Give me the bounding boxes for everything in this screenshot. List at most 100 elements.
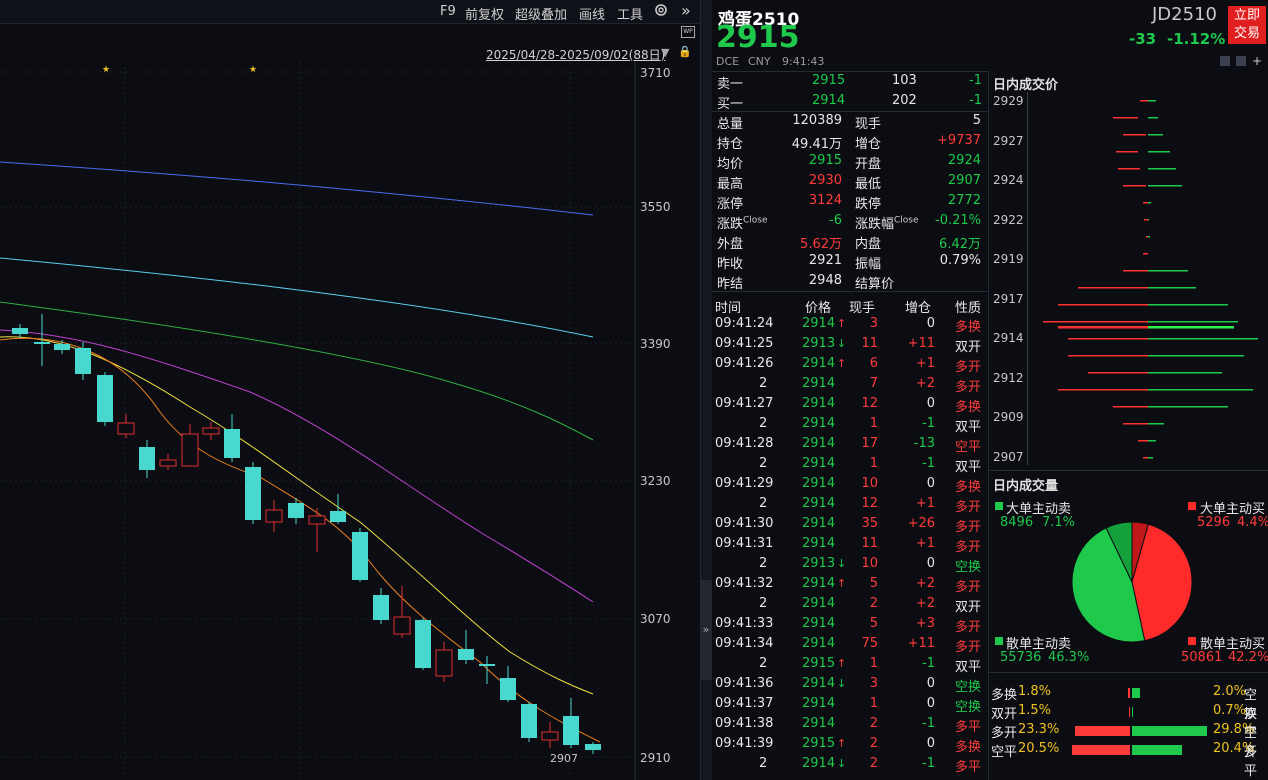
tick-volume: 12 — [861, 496, 878, 511]
tick-oi: 0 — [926, 476, 935, 491]
candle-body — [159, 459, 177, 467]
expand-icon[interactable]: » — [681, 1, 691, 20]
draw-line-button[interactable]: 画线 — [579, 4, 605, 23]
flow-left-bar — [1075, 726, 1130, 736]
vap-buy-bar — [1148, 321, 1238, 323]
tick-price: 2915 — [802, 656, 836, 671]
trade-btn-line2: 交易 — [1233, 26, 1260, 41]
edit-icon[interactable] — [1220, 56, 1230, 66]
gear-icon[interactable] — [653, 2, 669, 22]
down-arrow-icon: ↓ — [837, 337, 847, 350]
tick-row: 09:41:36 2914 ↓ 3 0 空换 — [715, 676, 985, 696]
vap-sell-bar — [1123, 134, 1146, 136]
trade-now-button[interactable]: 立即 交易 — [1228, 6, 1266, 44]
tick-volume: 5 — [869, 616, 878, 631]
flow-right-bar — [1132, 707, 1133, 717]
stat-value: 5.62万 — [800, 237, 842, 252]
vap-buy-bar — [1148, 134, 1163, 136]
up-arrow-icon: ↑ — [837, 357, 847, 370]
tick-oi: +1 — [915, 536, 935, 551]
candle-body — [202, 427, 220, 435]
stat-value: 2948 — [808, 273, 842, 288]
vap-highlight-buy — [1148, 326, 1234, 329]
stat-label: 昨结 — [717, 277, 744, 292]
tick-oi: +3 — [915, 616, 935, 631]
buy1-price: 2914 — [812, 93, 846, 108]
tick-time: 2 — [759, 376, 768, 391]
flow-left-pct: 1.5% — [1018, 703, 1052, 718]
bell-icon[interactable] — [1236, 56, 1246, 66]
tick-oi: 0 — [926, 676, 935, 691]
tick-price: 2914 — [802, 676, 836, 691]
buy1-label: 买一 — [717, 97, 744, 112]
candlestick-chart[interactable]: ★ ★ 3710 3550 3390 3230 3070 2910 2907 — [0, 62, 700, 780]
vap-sell-bar — [1058, 389, 1148, 391]
vap-sell-bar — [1113, 117, 1138, 119]
col-time: 时间 — [715, 301, 742, 316]
vap-buy-bar — [1148, 457, 1153, 459]
tick-volume: 2 — [869, 756, 878, 771]
tick-row: 09:41:24 2914 ↑ 3 0 多换 — [715, 316, 985, 336]
col-price: 价格 — [805, 301, 832, 316]
tick-price: 2914 — [802, 376, 836, 391]
tick-oi: +26 — [907, 516, 935, 531]
quote-header: 鸡蛋2510 2915 JD2510 -33 -1.12% 立即 交易 DCE … — [712, 0, 1268, 72]
tick-time: 09:41:25 — [715, 336, 774, 351]
collapse-panel-button[interactable]: » — [700, 580, 712, 680]
lock-icon[interactable]: 🔒 — [678, 45, 692, 58]
down-arrow-icon: ↓ — [837, 557, 847, 570]
vap-sell-bar — [1058, 304, 1148, 306]
tick-nature: 多开 — [955, 380, 982, 395]
tick-row: 09:41:31 2914 11 +1 多开 — [715, 536, 985, 556]
stat-label: 外盘 — [717, 237, 744, 252]
tick-oi: +2 — [915, 596, 935, 611]
wp-icon[interactable]: WP — [681, 26, 695, 38]
candle-body — [12, 328, 28, 334]
stat-label: 持仓 — [717, 137, 744, 152]
range-dropdown-icon[interactable]: ▼ — [661, 46, 669, 59]
flow-left-label: 空平 — [991, 745, 1018, 760]
tick-time: 2 — [759, 416, 768, 431]
last-price-tag: 2907 — [550, 752, 578, 765]
tick-oi: 0 — [926, 316, 935, 331]
vap-buy-bar — [1148, 423, 1164, 425]
tick-volume: 11 — [861, 536, 878, 551]
tick-nature: 空平 — [955, 440, 982, 455]
tick-row: 09:41:29 2914 10 0 多换 — [715, 476, 985, 496]
tick-time: 09:41:38 — [715, 716, 774, 731]
tools-button[interactable]: 工具 — [617, 4, 643, 23]
forward-adjust-button[interactable]: 前复权 — [465, 4, 504, 23]
tick-nature: 空换 — [955, 680, 982, 695]
currency-label: CNY — [748, 55, 771, 68]
tick-nature: 多开 — [955, 620, 982, 635]
stat-row: 涨跌Close -6 涨跌幅Close -0.21% — [717, 213, 987, 233]
vap-sell-bar — [1123, 185, 1146, 187]
stat-row: 均价 2915 开盘 2924 — [717, 153, 987, 173]
add-icon[interactable]: + — [1252, 54, 1262, 68]
vap-sell-bar — [1144, 219, 1148, 221]
tick-time: 09:41:37 — [715, 696, 774, 711]
tick-time: 09:41:27 — [715, 396, 774, 411]
small-sell-pct: 46.3% — [1048, 650, 1090, 665]
flow-left-bar — [1129, 707, 1130, 717]
tick-time: 2 — [759, 756, 768, 771]
tick-time: 09:41:34 — [715, 636, 774, 651]
flow-right-pct: 2.0% — [1213, 684, 1247, 699]
stat-value: 2921 — [808, 253, 842, 268]
stat-value: 0.79% — [939, 253, 981, 268]
date-range-label[interactable]: 2025/04/28-2025/09/02(88日) — [486, 46, 665, 63]
f9-button[interactable]: F9 — [440, 4, 456, 19]
up-arrow-icon: ↑ — [837, 317, 847, 330]
vap-buy-bar — [1148, 202, 1151, 204]
candle-body — [585, 744, 601, 750]
tick-time: 09:41:26 — [715, 356, 774, 371]
up-arrow-icon: ↑ — [837, 577, 847, 590]
tick-table-header: 时间 价格 现手 增仓 性质 — [715, 297, 985, 317]
volume-split-title: 日内成交量 — [993, 479, 1059, 494]
tick-nature: 多开 — [955, 360, 982, 375]
tick-volume: 11 — [861, 336, 878, 351]
super-overlay-button[interactable]: 超级叠加 — [515, 4, 567, 23]
tick-volume: 10 — [861, 556, 878, 571]
tick-nature: 空换 — [955, 700, 982, 715]
flow-left-pct: 23.3% — [1018, 722, 1060, 737]
